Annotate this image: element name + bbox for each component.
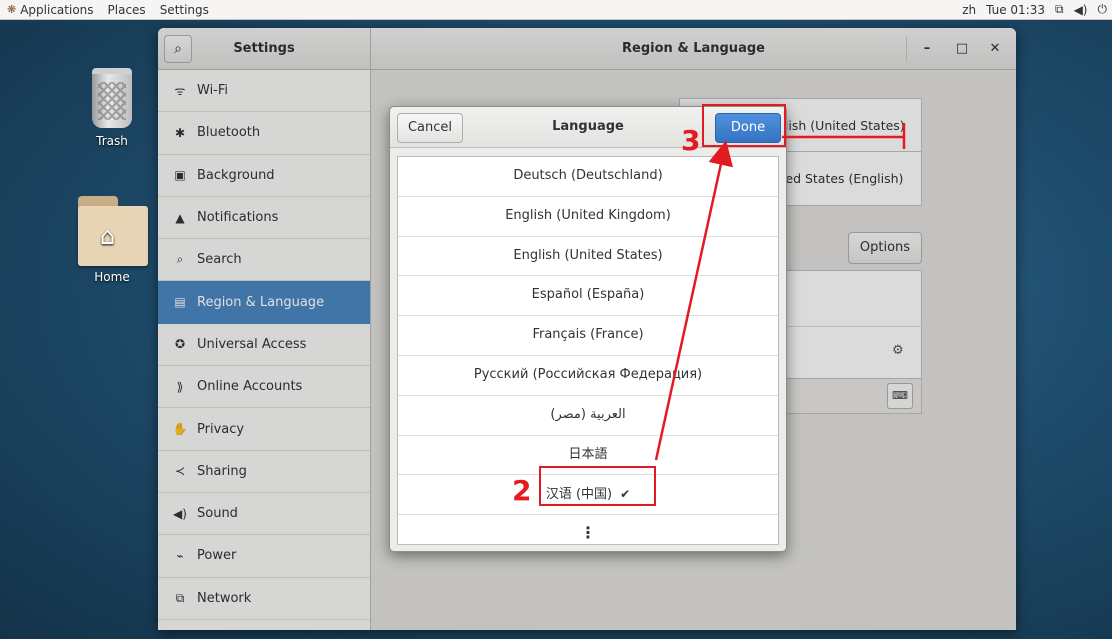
annotation-arrow — [654, 140, 733, 461]
annotation-arrows — [654, 123, 906, 461]
